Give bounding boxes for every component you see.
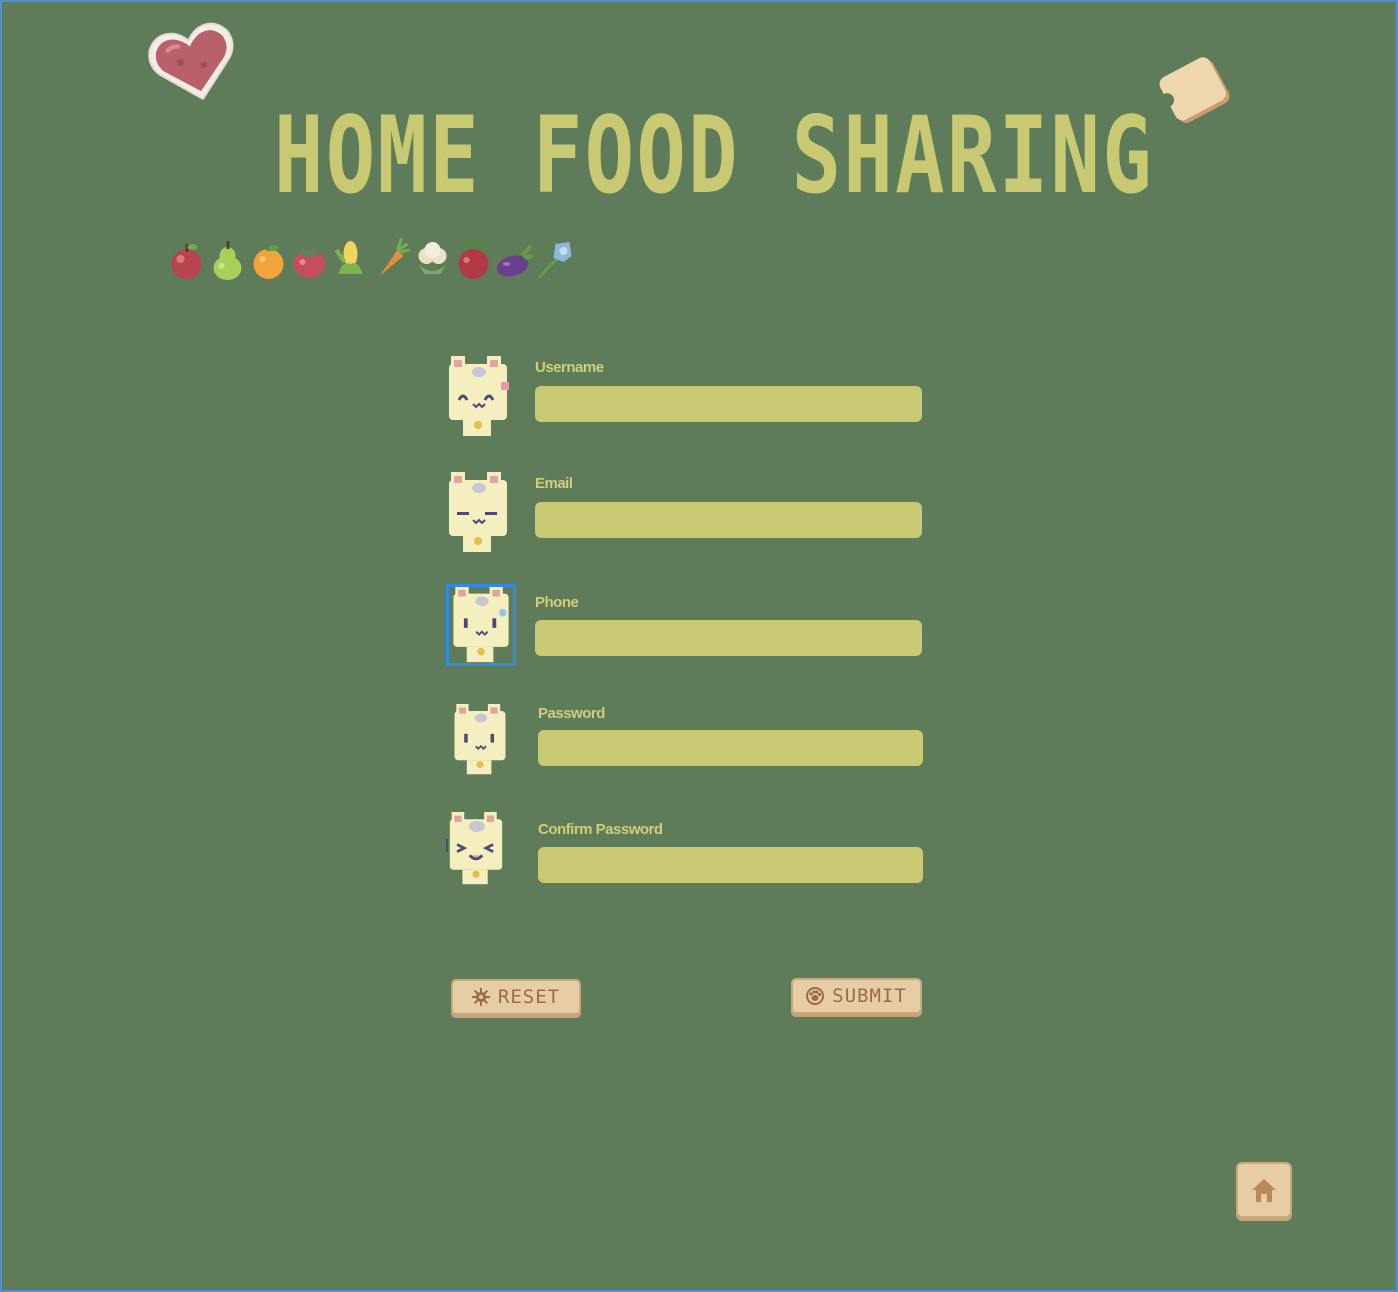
cat-excited-icon — [446, 812, 503, 885]
confirm-password-label: Confirm Password — [538, 821, 663, 838]
heart-sticker-icon — [148, 22, 234, 101]
reset-label: RESET — [497, 986, 561, 1008]
orange-icon — [253, 245, 284, 279]
eggplant-icon — [496, 244, 533, 277]
password-row: Password — [445, 704, 925, 794]
cat-sleepy-icon — [449, 472, 507, 552]
submit-button[interactable]: SUBMIT — [791, 978, 922, 1014]
cat-neutral-icon — [454, 704, 506, 775]
username-input[interactable] — [535, 386, 922, 422]
svg-text:HOME FOOD SHARING: HOME FOOD SHARING — [274, 100, 1154, 204]
corn-icon — [334, 241, 363, 274]
phone-input[interactable] — [535, 620, 922, 656]
tomato-icon — [293, 248, 326, 278]
password-label: Password — [538, 705, 605, 722]
email-row: Email — [445, 472, 925, 562]
apple-icon — [171, 244, 202, 279]
pear-icon — [213, 241, 242, 280]
submit-label: SUBMIT — [832, 985, 907, 1007]
email-input[interactable] — [535, 502, 922, 538]
cauliflower-icon — [418, 242, 447, 274]
phone-label: Phone — [535, 594, 579, 611]
home-button[interactable] — [1236, 1162, 1292, 1218]
carrot-icon — [379, 237, 410, 276]
phone-row: Phone — [445, 584, 925, 676]
home-icon — [1252, 1179, 1276, 1202]
beet-icon — [458, 237, 489, 279]
bellflower-icon — [538, 242, 572, 279]
produce-icon-row — [166, 234, 576, 286]
password-input[interactable] — [538, 730, 923, 766]
toast-sticker-icon — [1159, 57, 1230, 123]
cat-sweat-icon — [446, 584, 516, 666]
email-label: Email — [535, 475, 573, 492]
gear-icon — [471, 988, 490, 1006]
username-label: Username — [535, 359, 604, 376]
page-title: HOME FOOD SHARING — [274, 100, 1154, 204]
paw-icon — [806, 987, 825, 1005]
reset-button[interactable]: RESET — [451, 979, 581, 1015]
username-row: Username — [445, 356, 925, 446]
cat-happy-icon — [449, 356, 509, 436]
confirm-password-row: Confirm Password — [445, 812, 925, 902]
confirm-password-input[interactable] — [538, 847, 923, 883]
